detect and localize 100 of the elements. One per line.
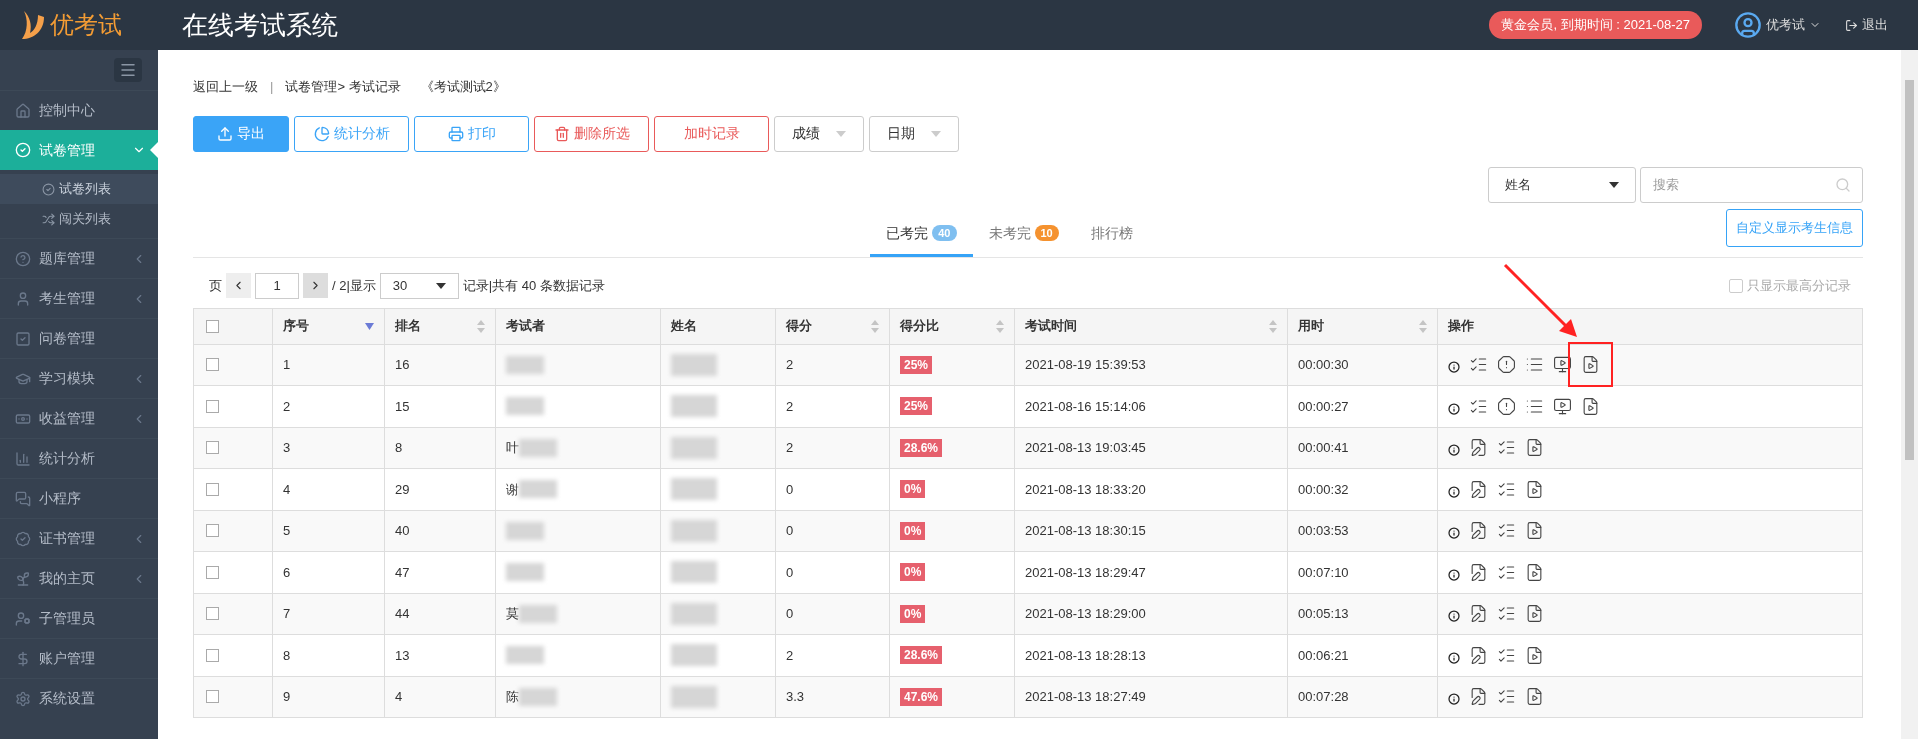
- per-page-select[interactable]: 30: [379, 272, 459, 299]
- sidebar-subitem[interactable]: 试卷列表: [0, 174, 158, 204]
- alert-icon[interactable]: [1497, 355, 1516, 375]
- logout-icon[interactable]: [1845, 18, 1858, 32]
- checkbox[interactable]: [1729, 278, 1743, 293]
- sort-desc-icon[interactable]: [365, 322, 374, 330]
- sidebar-subitem[interactable]: 闯关列表: [0, 204, 158, 234]
- sidebar-item[interactable]: 我的主页: [0, 558, 158, 598]
- video-file-icon[interactable]: [1525, 645, 1544, 665]
- video-file-icon[interactable]: [1581, 355, 1600, 375]
- scrollbar-thumb[interactable]: [1905, 80, 1914, 460]
- menu-toggle[interactable]: [114, 58, 142, 82]
- column-header[interactable]: 用时: [1298, 316, 1324, 336]
- alert-icon[interactable]: [1497, 396, 1516, 416]
- column-header[interactable]: 得分比: [900, 316, 939, 336]
- info-icon[interactable]: [1448, 361, 1460, 374]
- badge-icon: [15, 530, 31, 547]
- column-header[interactable]: 操作: [1448, 316, 1474, 336]
- sidebar-item[interactable]: 证书管理: [0, 518, 158, 558]
- info-icon[interactable]: [1448, 527, 1460, 540]
- search-field[interactable]: 搜索: [1640, 166, 1863, 203]
- video-file-icon[interactable]: [1525, 479, 1544, 499]
- tab[interactable]: 已考完 40: [870, 212, 973, 257]
- row-checkbox[interactable]: [206, 690, 219, 704]
- row-checkbox[interactable]: [206, 399, 219, 413]
- row-checkbox[interactable]: [206, 358, 219, 372]
- edit-document-icon[interactable]: [1469, 438, 1488, 458]
- column-header[interactable]: 排名: [395, 316, 421, 336]
- info-icon[interactable]: [1448, 610, 1460, 623]
- blurred-name: [671, 436, 717, 459]
- table-cell-text: 2021-08-16 15:14:06: [1025, 397, 1146, 416]
- page-field[interactable]: 1: [255, 272, 299, 299]
- row-checkbox[interactable]: [206, 441, 219, 455]
- row-checkbox[interactable]: [206, 524, 219, 538]
- logout-link[interactable]: 退出: [1862, 15, 1888, 35]
- video-file-icon[interactable]: [1525, 604, 1544, 624]
- edit-document-icon[interactable]: [1469, 562, 1488, 582]
- edit-document-icon[interactable]: [1469, 645, 1488, 665]
- sidebar-item[interactable]: 统计分析: [0, 438, 158, 478]
- table-cell-text: 6: [283, 563, 291, 582]
- toolbar-button[interactable]: 成绩: [774, 115, 864, 152]
- info-icon[interactable]: [1448, 485, 1460, 498]
- sidebar-item[interactable]: 问卷管理: [0, 318, 158, 358]
- column-header[interactable]: 序号: [283, 316, 309, 336]
- toolbar-button[interactable]: 删除所选: [534, 115, 649, 152]
- table-cell-text: 叶: [506, 439, 519, 457]
- membership-badge: 黄金会员, 到期时间 : 2021-08-27: [1489, 11, 1702, 39]
- edit-document-icon[interactable]: [1469, 521, 1488, 541]
- prev-page-button[interactable]: [226, 273, 251, 298]
- video-file-icon[interactable]: [1525, 562, 1544, 582]
- info-icon[interactable]: [1448, 693, 1460, 706]
- edit-document-icon[interactable]: [1469, 479, 1488, 499]
- video-file-icon[interactable]: [1525, 438, 1544, 458]
- monitor-icon[interactable]: [1553, 396, 1572, 416]
- caret-icon: [435, 282, 446, 289]
- info-icon[interactable]: [1448, 568, 1460, 581]
- info-icon[interactable]: [1448, 444, 1460, 457]
- row-checkbox[interactable]: [206, 607, 219, 621]
- video-file-icon[interactable]: [1525, 687, 1544, 707]
- table-cell-text: 莫: [506, 605, 519, 623]
- tab[interactable]: 排行榜: [1074, 212, 1149, 257]
- select-all-checkbox[interactable]: [206, 319, 219, 333]
- toolbar-button[interactable]: 日期: [869, 115, 959, 152]
- sidebar-item[interactable]: 系统设置: [0, 678, 158, 718]
- table-cell-text: 0: [786, 522, 794, 540]
- toolbar-button[interactable]: 加时记录: [654, 115, 769, 152]
- sidebar-item[interactable]: 考生管理: [0, 278, 158, 318]
- bar-chart-icon: [15, 450, 31, 467]
- back-link[interactable]: 返回上一级: [193, 77, 258, 97]
- sidebar-item[interactable]: 题库管理: [0, 238, 158, 278]
- row-checkbox[interactable]: [206, 565, 219, 579]
- sidebar-item[interactable]: 收益管理: [0, 398, 158, 438]
- sidebar-item[interactable]: 小程序: [0, 478, 158, 518]
- video-file-icon[interactable]: [1581, 396, 1600, 416]
- column-header[interactable]: 考试者: [506, 316, 545, 336]
- monitor-icon[interactable]: [1553, 355, 1572, 375]
- info-icon[interactable]: [1448, 651, 1460, 664]
- table-cell-text: 2021-08-13 18:28:13: [1025, 646, 1146, 665]
- question-icon: [15, 250, 31, 267]
- column-header[interactable]: 得分: [786, 316, 812, 336]
- sidebar-item[interactable]: 子管理员: [0, 598, 158, 638]
- blurred-name: [519, 687, 557, 706]
- video-file-icon[interactable]: [1525, 521, 1544, 541]
- sidebar-item[interactable]: 学习模块: [0, 358, 158, 398]
- user-menu[interactable]: 优考试: [1766, 15, 1821, 35]
- avatar-icon[interactable]: [1734, 11, 1762, 39]
- row-checkbox[interactable]: [206, 482, 219, 496]
- next-page-button[interactable]: [303, 273, 328, 298]
- info-icon[interactable]: [1448, 402, 1460, 415]
- edit-document-icon[interactable]: [1469, 604, 1488, 624]
- record-summary: 记录|共有 40 条数据记录: [462, 276, 605, 295]
- table-cell-text: 00:03:53: [1298, 522, 1349, 540]
- sidebar-item[interactable]: 账户管理: [0, 638, 158, 678]
- edit-document-icon[interactable]: [1469, 687, 1488, 707]
- tab[interactable]: 未考完 10: [972, 212, 1075, 257]
- row-checkbox[interactable]: [206, 648, 219, 662]
- column-header[interactable]: 考试时间: [1025, 316, 1077, 336]
- field-select[interactable]: 姓名: [1488, 166, 1636, 203]
- column-header[interactable]: 姓名: [671, 316, 697, 336]
- table-cell-text: 2021-08-13 18:30:15: [1025, 522, 1146, 540]
